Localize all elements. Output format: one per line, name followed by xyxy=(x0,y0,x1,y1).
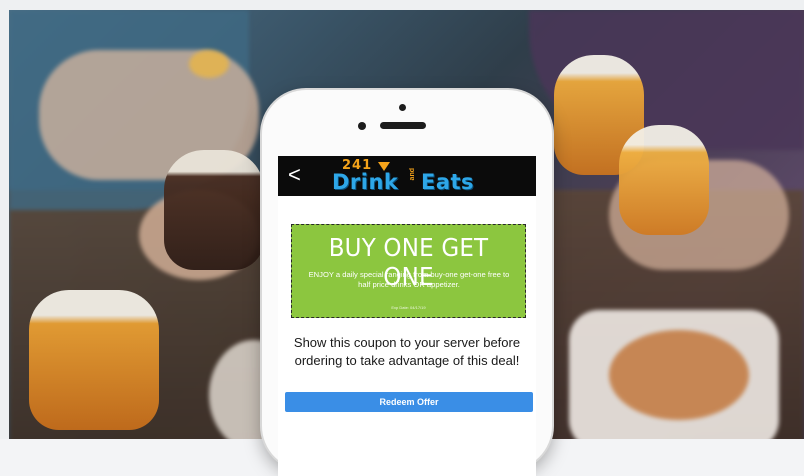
coupon-expiry: Exp Date: 04/17/19 xyxy=(391,305,426,310)
amber-beer-glass xyxy=(29,290,159,430)
page-frame: < 241 Drink and Eats BUY ONE GET ONE ENJ… xyxy=(0,0,804,476)
coupon-card: BUY ONE GET ONE ENJOY a daily special ra… xyxy=(291,224,526,318)
fries-shape xyxy=(189,50,229,78)
coupon-description: ENJOY a daily special ranging from buy-o… xyxy=(308,270,510,289)
food-shape xyxy=(609,330,749,420)
phone-screen: < 241 Drink and Eats BUY ONE GET ONE ENJ… xyxy=(278,156,536,476)
app-logo: 241 Drink and Eats xyxy=(332,158,492,194)
app-header: < 241 Drink and Eats xyxy=(278,156,536,196)
back-arrow-icon[interactable]: < xyxy=(288,164,301,186)
sensor-dot xyxy=(358,122,366,130)
amber-beer-glass xyxy=(619,125,709,235)
dark-beer-glass xyxy=(164,150,264,270)
logo-word-drink: Drink xyxy=(332,170,399,194)
logo-word-and: and xyxy=(409,168,416,181)
speaker-slot xyxy=(380,122,426,129)
coupon-instructions: Show this coupon to your server before o… xyxy=(293,335,521,368)
phone-mockup: < 241 Drink and Eats BUY ONE GET ONE ENJ… xyxy=(262,90,552,476)
logo-word-eats: Eats xyxy=(421,170,475,194)
camera-dot xyxy=(399,104,406,111)
redeem-offer-button[interactable]: Redeem Offer xyxy=(285,392,533,412)
